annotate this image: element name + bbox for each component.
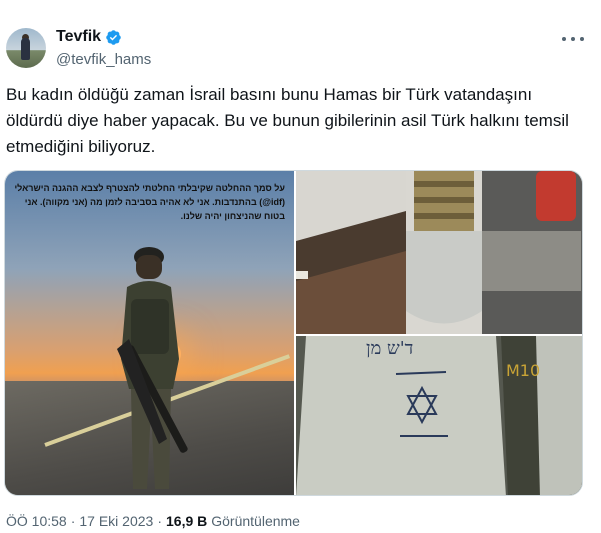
author-name-row: Tevfik [56,28,122,46]
tweet-time[interactable]: ÖÖ 10:58 [6,513,67,529]
avatar[interactable] [6,28,46,68]
meta-separator: · [70,513,76,529]
avatar-figure [21,38,30,60]
media-image-1[interactable]: על סמך ההחלטה שקיבלתי החלטתי להצטרף לצבא… [5,171,294,495]
tweet-date[interactable]: 17 Eki 2023 [79,513,153,529]
tweet-meta: ÖÖ 10:58 · 17 Eki 2023 · 16,9 B Görüntül… [6,513,300,529]
image-3-handwriting: ד'ש מן [366,338,414,359]
dot [571,37,575,41]
artillery-shell-photo [296,171,582,334]
meta-separator: · [157,513,162,529]
soldier-silhouette [117,247,188,489]
more-options-icon[interactable] [562,30,584,48]
tweet: Tevfik @tevfik_hams Bu kadın öldüğü zama… [0,0,601,533]
svg-text:M10: M10 [506,361,540,380]
media-image-2[interactable] [296,171,582,334]
dot [562,37,566,41]
verified-badge-icon [106,29,121,45]
tweet-text: Bu kadın öldüğü zaman İsrail basını bunu… [6,85,569,156]
views-label: Görüntülenme [211,513,300,529]
media-grid: על סמך ההחלטה שקיבלתי החלטתי להצטרף לצבא… [4,170,583,496]
author-handle[interactable]: @tevfik_hams [56,51,151,68]
views-count: 16,9 B [166,513,208,529]
display-name[interactable]: Tevfik [56,28,101,46]
dot [580,37,584,41]
media-image-3[interactable]: M10 ד'ש מן [296,336,582,495]
shells-star-of-david-photo: M10 [296,336,582,495]
image-1-caption: על סמך ההחלטה שקיבלתי החלטתי להצטרף לצבא… [14,183,285,221]
